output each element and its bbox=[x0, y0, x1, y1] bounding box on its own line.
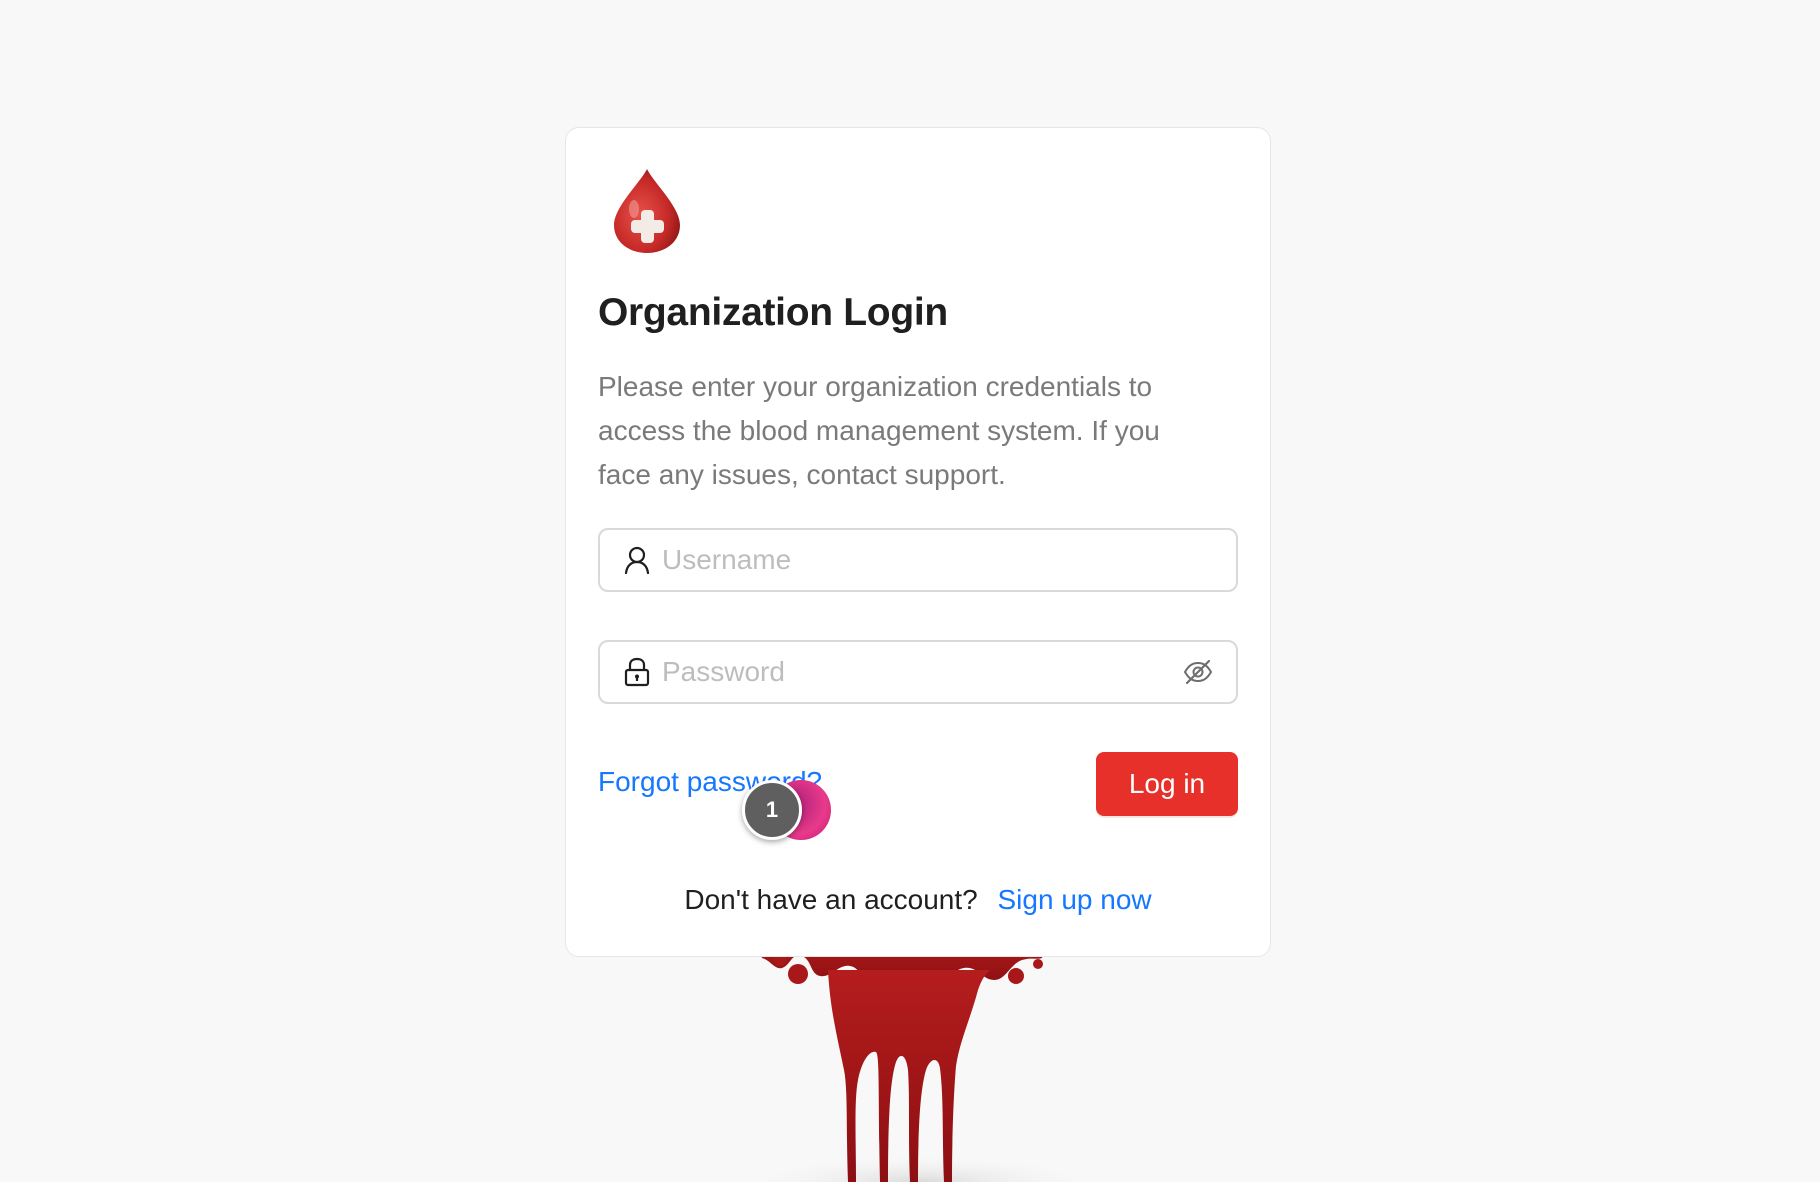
user-icon bbox=[622, 545, 652, 575]
password-input[interactable] bbox=[662, 642, 1182, 702]
login-button[interactable]: Log in bbox=[1096, 752, 1238, 816]
blood-drop-plus-icon bbox=[614, 169, 680, 253]
login-page: Organization Login Please enter your org… bbox=[0, 0, 1820, 1182]
eye-invisible-icon[interactable] bbox=[1182, 656, 1214, 688]
signup-prompt: Don't have an account? bbox=[684, 884, 978, 915]
username-field[interactable] bbox=[598, 528, 1238, 592]
step-marker-badge: 1 bbox=[742, 780, 802, 840]
lock-icon bbox=[622, 657, 652, 687]
login-description: Please enter your organization credentia… bbox=[598, 371, 1160, 490]
signup-link[interactable]: Sign up now bbox=[998, 884, 1152, 915]
password-field[interactable] bbox=[598, 640, 1238, 704]
page-title: Organization Login bbox=[598, 291, 948, 334]
dripping-blood-illustration bbox=[740, 930, 1100, 1182]
username-input[interactable] bbox=[662, 530, 1236, 590]
signup-row: Don't have an account? Sign up now bbox=[566, 884, 1270, 916]
login-card: Organization Login Please enter your org… bbox=[565, 127, 1271, 957]
